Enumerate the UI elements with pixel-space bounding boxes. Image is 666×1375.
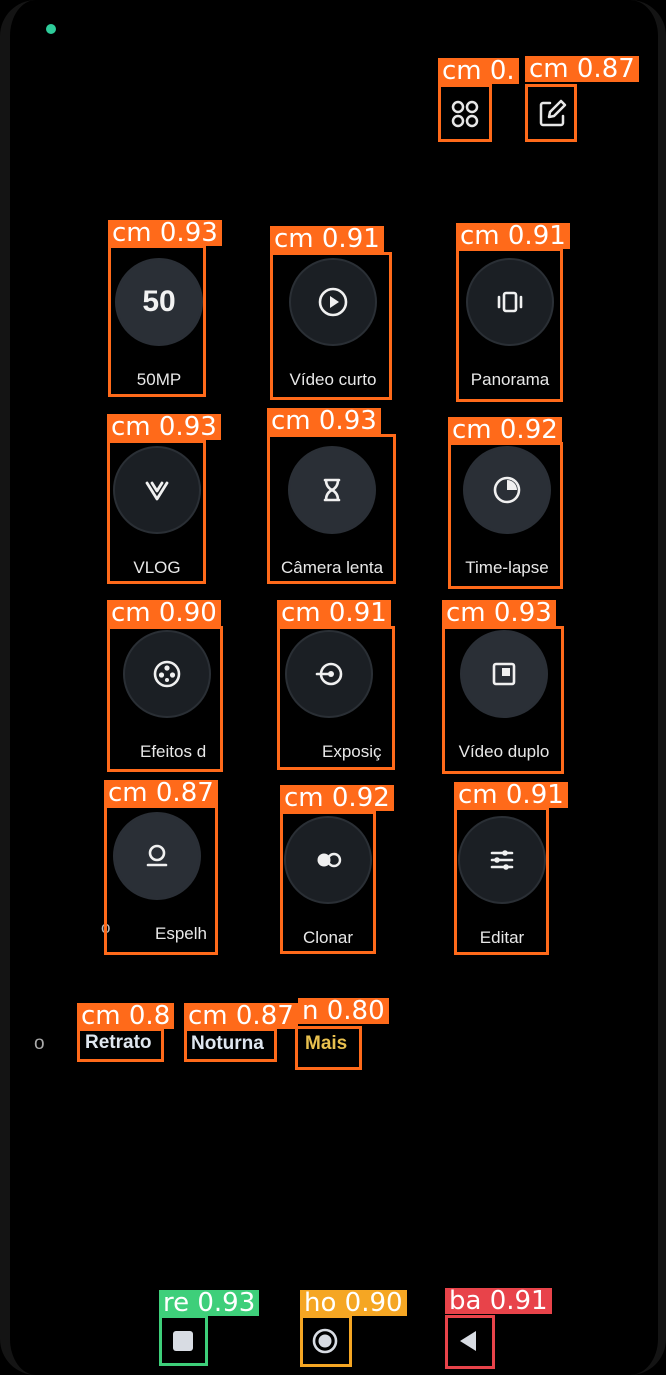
detection-box: [104, 805, 218, 955]
detection-box: [448, 442, 563, 589]
detection-box: [277, 626, 395, 770]
detection-label: cm 0.93: [442, 600, 556, 626]
status-indicator-dot: [46, 24, 56, 34]
detection-label: cm 0.8: [77, 1003, 175, 1029]
detection-box: [438, 84, 492, 142]
detection-label: cm 0.93: [107, 414, 221, 440]
detection-box: [442, 626, 564, 774]
detection-label: cm 0.87: [104, 780, 218, 806]
detection-box: [159, 1315, 208, 1366]
detection-box: [107, 626, 223, 772]
detection-label: cm 0.91: [270, 226, 384, 252]
detection-label: cm 0.90: [107, 600, 221, 626]
detection-label: cm 0.87: [525, 56, 639, 82]
detection-box: [445, 1315, 495, 1369]
detection-label: cm 0.93: [267, 408, 381, 434]
detection-box: [107, 440, 206, 584]
detection-label: cm 0.91: [277, 600, 391, 626]
detection-box: [270, 252, 392, 400]
detection-label: n 0.80: [298, 998, 389, 1024]
detection-box: [295, 1026, 362, 1070]
detection-label: cm 0.: [438, 58, 519, 84]
detection-label: cm 0.91: [454, 782, 568, 808]
detection-label: ba 0.91: [445, 1288, 552, 1314]
detection-box: [108, 245, 206, 397]
detection-box: [525, 84, 577, 142]
partial-tab-left: o: [34, 1033, 45, 1054]
detection-label: cm 0.91: [456, 223, 570, 249]
detection-box: [300, 1315, 352, 1367]
detection-box: [454, 807, 549, 955]
detection-label: cm 0.92: [448, 417, 562, 443]
detection-label: cm 0.92: [280, 785, 394, 811]
detection-box: [280, 811, 376, 954]
detection-box: [184, 1028, 277, 1062]
detection-box: [77, 1028, 164, 1062]
detection-label: ho 0.90: [300, 1290, 407, 1316]
detection-label: re 0.93: [159, 1290, 260, 1316]
detection-box: [456, 248, 563, 402]
detection-label: cm 0.87: [184, 1003, 298, 1029]
detection-box: [267, 434, 396, 584]
detection-label: cm 0.93: [108, 220, 222, 246]
